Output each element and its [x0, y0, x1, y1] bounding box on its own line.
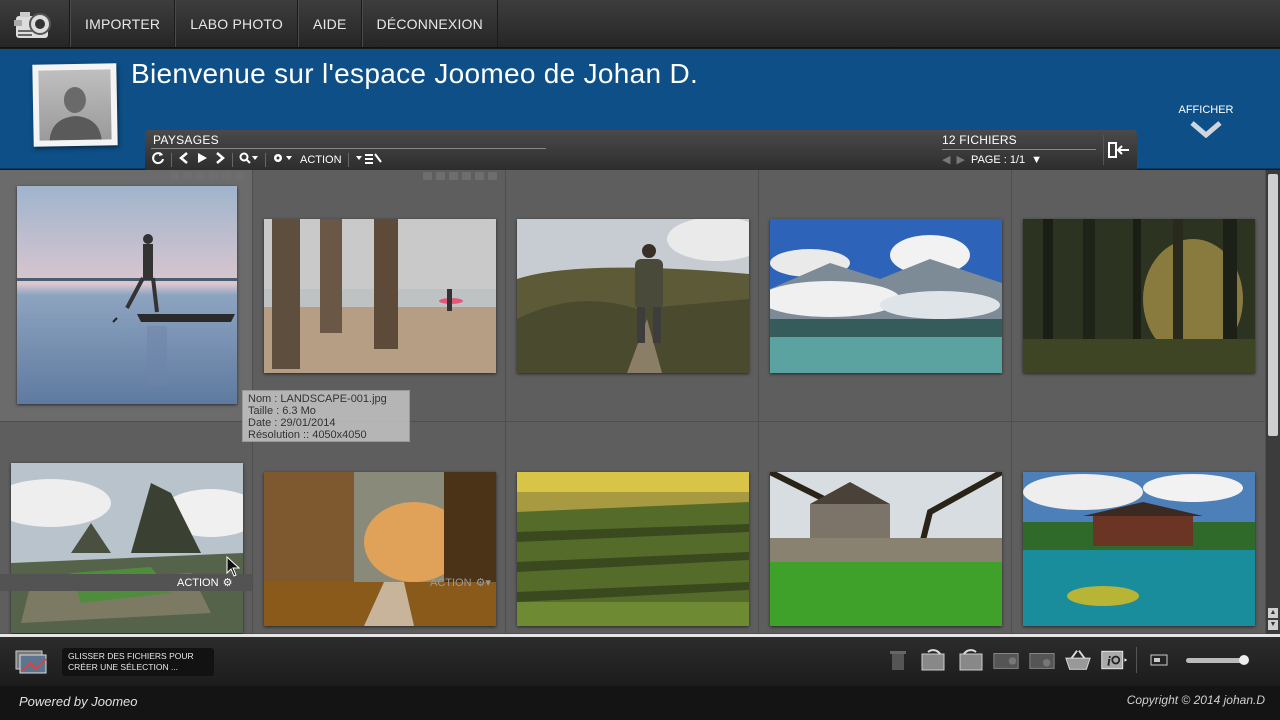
joomeo-logo-icon[interactable]	[0, 0, 70, 48]
divider	[942, 149, 1096, 150]
divider	[232, 152, 233, 167]
basket-icon[interactable]	[1064, 647, 1092, 673]
scroll-up-icon[interactable]: ▲	[1268, 608, 1278, 618]
afficher-label: AFFICHER	[1178, 104, 1234, 116]
play-icon[interactable]	[196, 152, 208, 167]
selection-bar: GLISSER DES FICHIERS POUR CRÉER UNE SÉLE…	[0, 637, 1280, 686]
list-tools-icon[interactable]	[355, 152, 383, 167]
powered-by: Powered by Joomeo	[19, 694, 138, 709]
photo-thumbnail[interactable]	[517, 219, 749, 373]
selection-tools: i	[884, 647, 1173, 673]
scrollbar-thumb[interactable]	[1268, 174, 1278, 436]
gear-icon[interactable]	[272, 152, 294, 167]
drag-drop-hint: GLISSER DES FICHIERS POUR CRÉER UNE SÉLE…	[62, 648, 214, 676]
drag-hint-line1: GLISSER DES FICHIERS POUR	[68, 651, 194, 661]
mouse-cursor-icon	[226, 555, 242, 583]
welcome-title: Bienvenue sur l'espace Joomeo de Johan D…	[131, 58, 699, 89]
download-icon[interactable]	[1028, 647, 1056, 673]
photo-thumbnail[interactable]	[770, 472, 1002, 626]
chevron-down-icon	[1172, 120, 1240, 138]
info-search-icon[interactable]: i	[1100, 647, 1128, 673]
search-icon[interactable]	[239, 152, 259, 167]
page-selector[interactable]: ◀ ▶ PAGE : 1/1 ▼	[942, 153, 1096, 167]
cell-tools	[423, 172, 497, 180]
tooltip-name: Nom : LANDSCAPE-001.jpg	[248, 393, 387, 405]
photo-thumbnail[interactable]	[770, 219, 1002, 373]
slideshow-icon[interactable]	[992, 647, 1020, 673]
photo-thumbnail[interactable]	[11, 463, 243, 633]
trash-icon[interactable]	[884, 647, 912, 673]
divider	[347, 152, 349, 167]
photo-grid: ACTION ⚙ ACTION ⚙▾	[0, 170, 1266, 634]
top-navigation: IMPORTER LABO PHOTO AIDE DÉCONNEXION	[0, 0, 1280, 48]
afficher-button[interactable]: AFFICHER	[1172, 104, 1240, 138]
photo-action-label: ACTION	[177, 576, 219, 589]
divider	[265, 152, 266, 167]
photo-thumbnail[interactable]	[1023, 472, 1255, 626]
scroll-down-icon[interactable]: ▼	[1268, 620, 1278, 630]
nav-importer[interactable]: IMPORTER	[70, 0, 176, 47]
selection-stack-icon[interactable]	[14, 647, 50, 680]
svg-text:i: i	[1107, 654, 1111, 669]
photo-thumbnail[interactable]	[264, 472, 496, 626]
drag-hint-line2: CRÉER UNE SÉLECTION ...	[68, 662, 179, 672]
tooltip-size: Taille : 6.3 Mo	[248, 405, 316, 417]
photo-action-menu[interactable]: ACTION ⚙	[177, 576, 232, 590]
thumbnail-size-icon	[1145, 647, 1173, 673]
nav-deconnexion[interactable]: DÉCONNEXION	[361, 0, 498, 47]
exit-album-icon[interactable]	[1103, 135, 1133, 165]
gear-icon: ⚙▾	[475, 577, 491, 589]
previous-icon[interactable]	[178, 152, 190, 167]
rotate-left-icon[interactable]	[920, 647, 948, 673]
tooltip-date: Date : 29/01/2014	[248, 417, 336, 429]
divider	[151, 148, 546, 149]
page-label: PAGE : 1/1	[970, 153, 1026, 166]
album-toolbar: PAYSAGES ACTION 12 FICHIERS ◀ ▶ PAGE : 1…	[145, 130, 1137, 170]
chevron-down-icon[interactable]: ▼	[1031, 154, 1042, 166]
file-info-tooltip: Nom : LANDSCAPE-001.jpg Taille : 6.3 Mo …	[242, 390, 410, 442]
file-pagination: 12 FICHIERS ◀ ▶ PAGE : 1/1 ▼	[942, 133, 1096, 166]
nav-labo-photo[interactable]: LABO PHOTO	[175, 0, 299, 47]
nav-aide[interactable]: AIDE	[298, 0, 362, 47]
tooltip-resolution: Résolution :: 4050x4050	[248, 429, 367, 441]
footer: Powered by Joomeo Copyright © 2014 johan…	[0, 686, 1280, 720]
page-prev-icon[interactable]: ◀	[942, 153, 950, 166]
photo-thumbnail[interactable]	[517, 472, 749, 626]
rotate-right-icon[interactable]	[956, 647, 984, 673]
photo-action-menu[interactable]: ACTION ⚙▾	[430, 576, 491, 590]
zoom-slider-knob[interactable]	[1239, 655, 1249, 665]
zoom-slider[interactable]	[1186, 655, 1249, 665]
copyright: Copyright © 2014 johan.D	[1126, 693, 1265, 707]
next-icon[interactable]	[214, 152, 226, 167]
photo-thumbnail[interactable]	[1023, 219, 1255, 373]
divider	[171, 152, 172, 167]
avatar[interactable]	[32, 63, 118, 147]
photo-action-label: ACTION	[430, 576, 472, 589]
album-title: PAYSAGES	[153, 133, 219, 147]
grid-scrollbar[interactable]: ▲ ▼	[1266, 170, 1280, 634]
refresh-icon[interactable]	[151, 151, 165, 168]
cell-tools	[170, 172, 244, 180]
toolbar-action-label[interactable]: ACTION	[300, 154, 342, 166]
page-next-icon[interactable]: ▶	[956, 153, 964, 166]
photo-thumbnail[interactable]	[264, 219, 496, 373]
file-count: 12 FICHIERS	[942, 133, 1017, 147]
toolbar-actions: ACTION	[151, 151, 383, 168]
photo-thumbnail[interactable]	[17, 186, 237, 404]
